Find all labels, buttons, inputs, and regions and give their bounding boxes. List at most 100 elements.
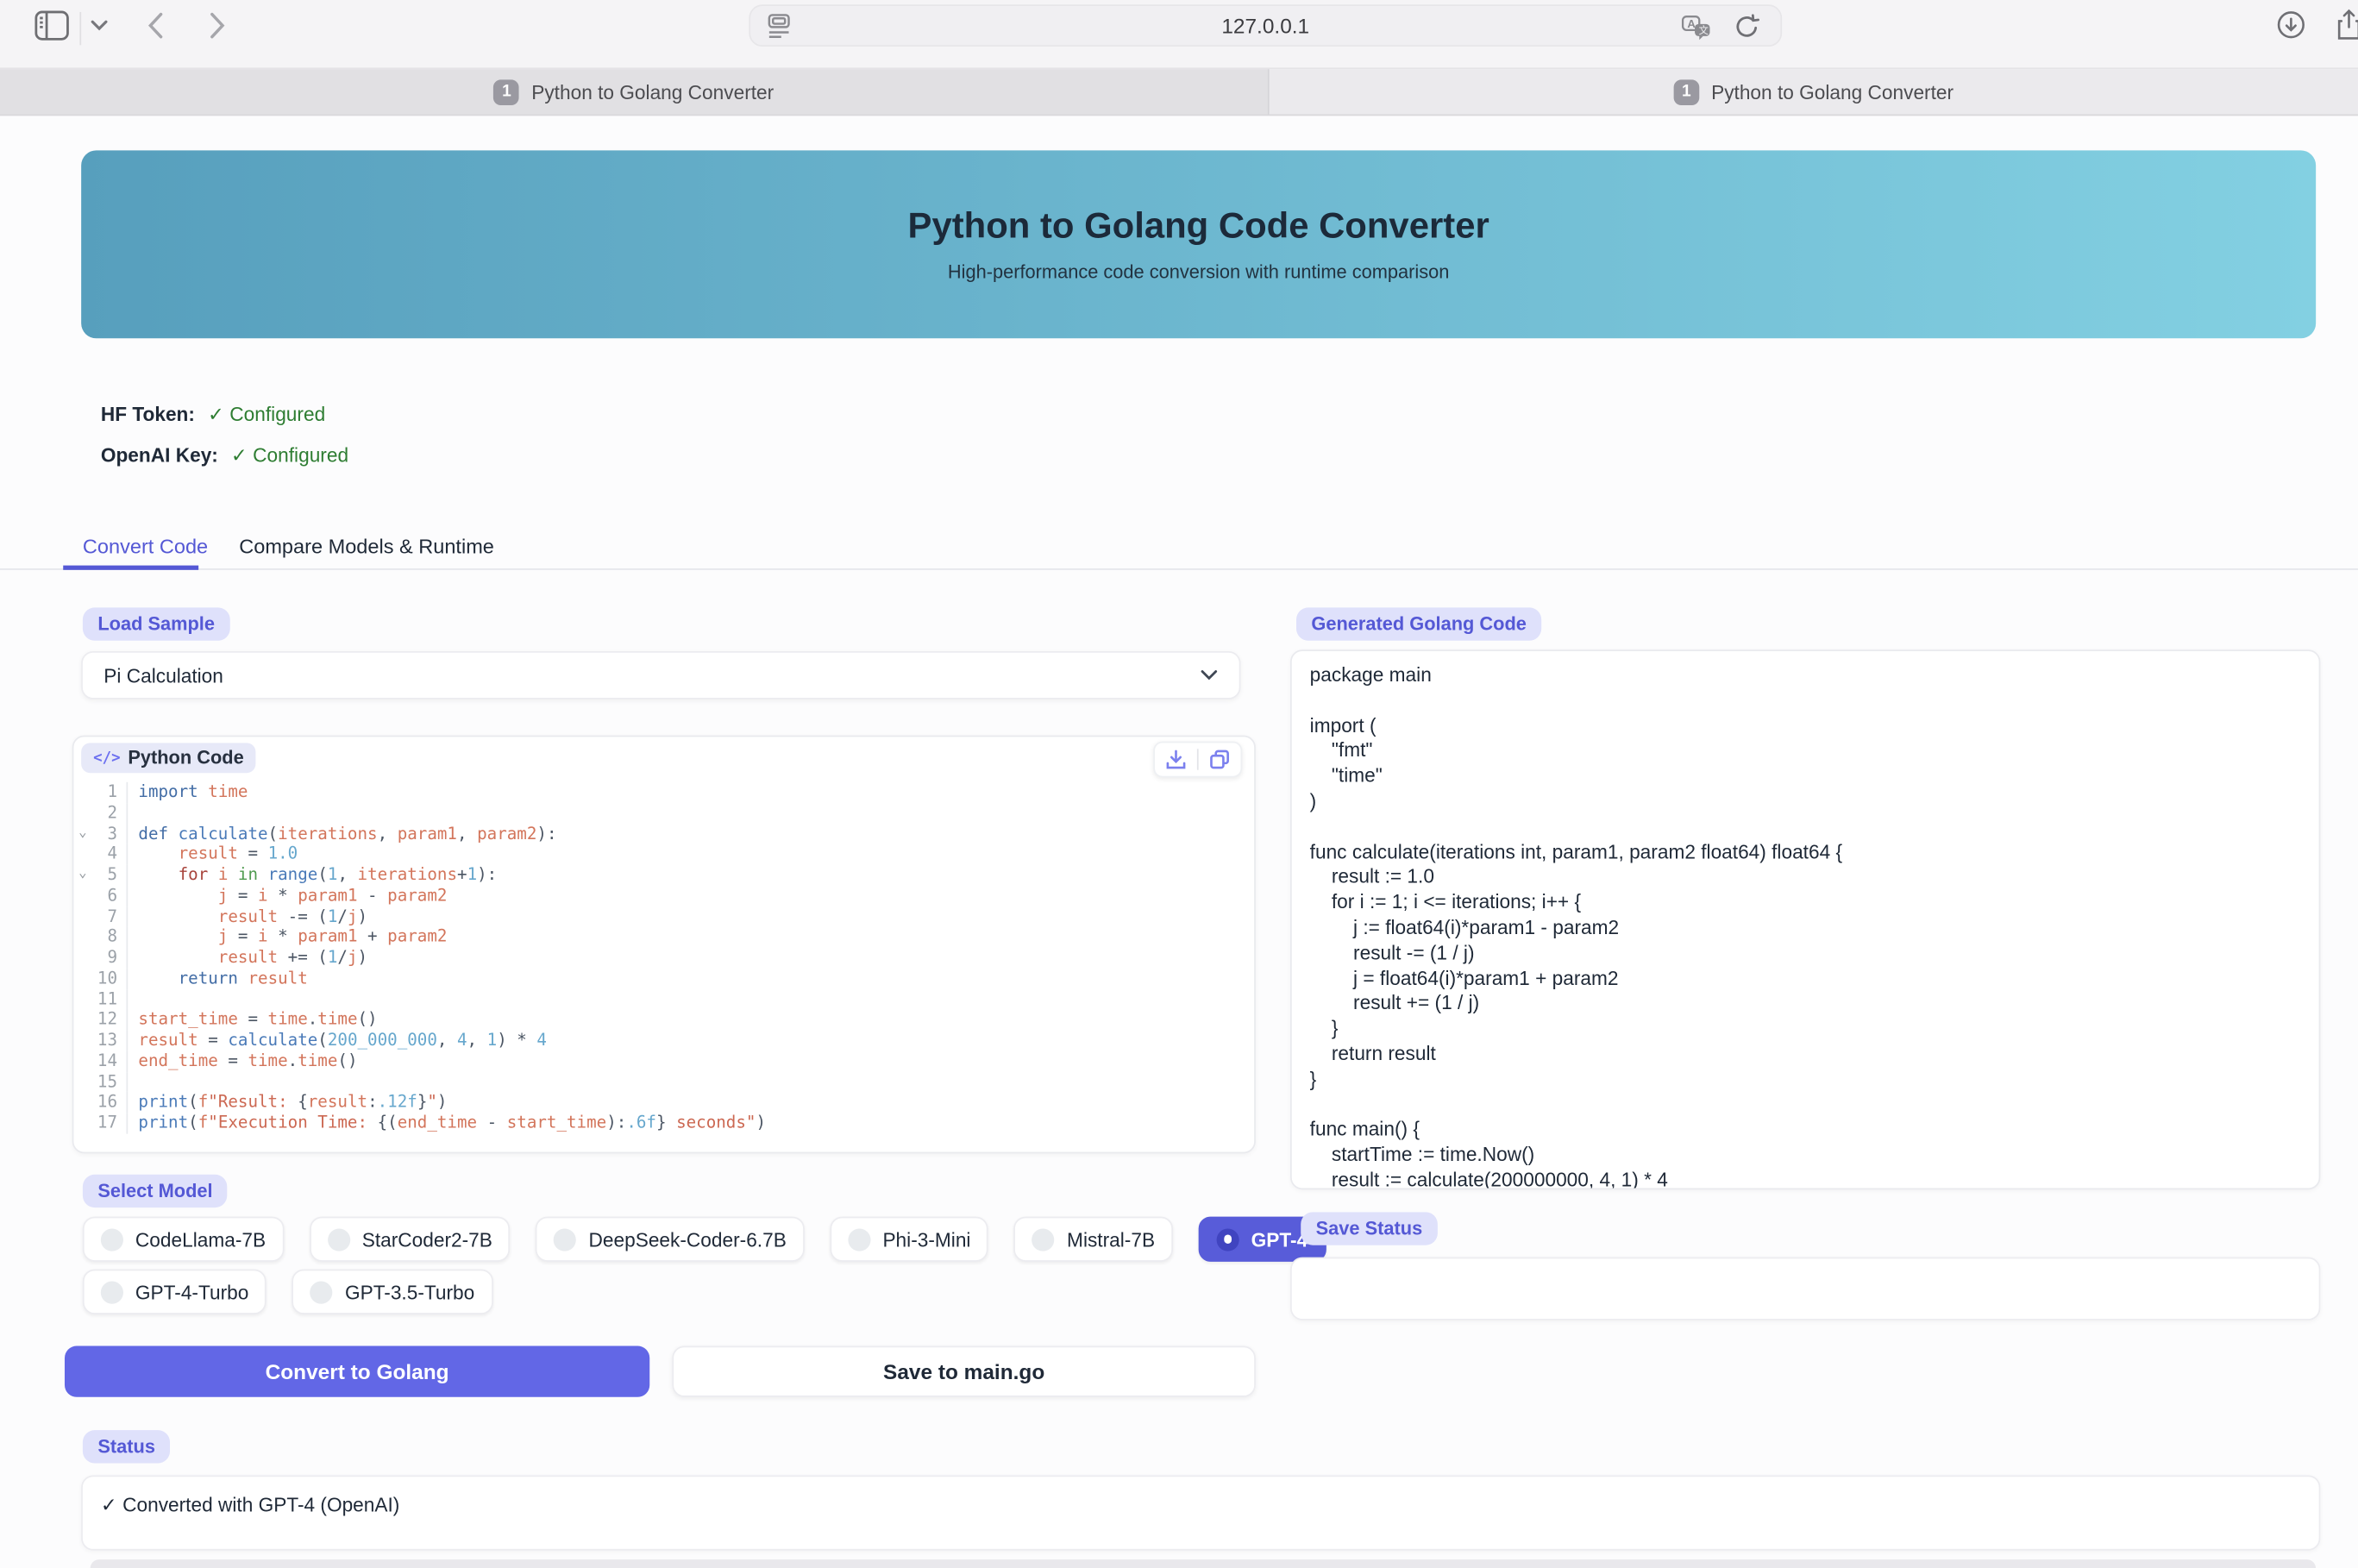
status-chip: Status — [83, 1430, 170, 1463]
svg-text:A: A — [1687, 17, 1696, 30]
line-number: 1 — [91, 782, 126, 803]
fold-arrow-icon — [73, 782, 91, 803]
openai-key-label: OpenAI Key: — [101, 443, 218, 466]
line-number: 2 — [91, 803, 126, 824]
model-option-starcoder2-7b[interactable]: StarCoder2-7B — [310, 1217, 511, 1262]
sample-dropdown[interactable]: Pi Calculation — [81, 651, 1240, 699]
python-code-lines[interactable]: 1import time2⌄3def calculate(iterations,… — [73, 782, 1254, 1152]
model-label: GPT-4 — [1251, 1228, 1308, 1251]
fold-arrow-icon — [73, 926, 91, 947]
openai-key-value: ✓ Configured — [231, 443, 348, 466]
golang-code-panel: package main import ( "fmt" "time" ) fun… — [1290, 649, 2320, 1189]
model-label: DeepSeek-Coder-6.7B — [589, 1228, 787, 1251]
python-code-header: </> Python Code — [73, 737, 1254, 781]
python-code-chip: </> Python Code — [81, 743, 256, 773]
radio-icon — [101, 1228, 123, 1251]
save-button[interactable]: Save to main.go — [672, 1346, 1256, 1397]
code-icon: </> — [93, 750, 120, 766]
tab-title: Python to Golang Converter — [1711, 80, 1954, 103]
line-number: 11 — [91, 988, 126, 1009]
code-line: 7 result -= (1/j) — [73, 906, 1254, 927]
line-number: 16 — [91, 1092, 126, 1113]
hf-token-line: HF Token: ✓ Configured — [101, 403, 325, 427]
code-line: 9 result += (1/j) — [73, 947, 1254, 968]
tab-compare-models[interactable]: Compare Models & Runtime — [239, 525, 494, 569]
sidebar-toggle-icon[interactable] — [34, 10, 69, 41]
tab-title: Python to Golang Converter — [531, 80, 774, 103]
fold-arrow-icon[interactable]: ⌄ — [73, 865, 91, 886]
code-line: 11 — [73, 988, 1254, 1009]
model-option-deepseek-coder-6.7b[interactable]: DeepSeek-Coder-6.7B — [536, 1217, 804, 1262]
chevron-down-icon[interactable] — [91, 20, 109, 32]
share-icon[interactable] — [2336, 9, 2358, 41]
fold-arrow-icon — [73, 1113, 91, 1133]
fold-arrow-icon — [73, 968, 91, 988]
code-line: 12start_time = time.time() — [73, 1009, 1254, 1030]
tab-badge: 1 — [1673, 79, 1699, 105]
fold-arrow-icon[interactable]: ⌄ — [73, 824, 91, 844]
golang-code-text: package main import ( "fmt" "time" ) fun… — [1310, 663, 2301, 1189]
back-icon[interactable] — [147, 12, 164, 39]
python-code-panel: </> Python Code 1import time2⌄3def calcu… — [72, 736, 1256, 1154]
code-line: ⌄3def calculate(iterations, param1, para… — [73, 824, 1254, 844]
model-option-gpt-3.5-turbo[interactable]: GPT-3.5-Turbo — [292, 1270, 492, 1314]
browser-tab-1[interactable]: 1 Python to Golang Converter — [0, 69, 1268, 114]
model-label: CodeLlama-7B — [135, 1228, 266, 1251]
code-line: 14end_time = time.time() — [73, 1051, 1254, 1071]
page-content: Python to Golang Code Converter High-per… — [0, 117, 2358, 1568]
line-number: 13 — [91, 1030, 126, 1051]
code-line: 15 — [73, 1071, 1254, 1092]
golang-code-chip: Generated Golang Code — [1296, 607, 1541, 640]
radio-icon — [1032, 1228, 1055, 1251]
model-option-mistral-7b[interactable]: Mistral-7B — [1014, 1217, 1173, 1262]
active-tab-underline — [63, 566, 198, 569]
browser-toolbar: 127.0.0.1 A 文 — [0, 0, 2358, 69]
code-line: 4 result = 1.0 — [73, 844, 1254, 865]
fold-arrow-icon — [73, 906, 91, 927]
translate-icon[interactable]: A 文 — [1681, 15, 1711, 41]
url-text[interactable]: 127.0.0.1 — [750, 14, 1780, 38]
fold-arrow-icon — [73, 1051, 91, 1071]
tab-convert-code[interactable]: Convert Code — [83, 525, 208, 569]
fold-arrow-icon — [73, 1092, 91, 1113]
model-label: GPT-3.5-Turbo — [345, 1281, 474, 1303]
browser-tab-2[interactable]: 1 Python to Golang Converter — [1268, 69, 2358, 114]
toolbar-divider — [79, 12, 81, 45]
hf-token-label: HF Token: — [101, 403, 195, 425]
model-option-codellama-7b[interactable]: CodeLlama-7B — [83, 1217, 284, 1262]
download-code-icon[interactable] — [1165, 749, 1186, 769]
model-label: StarCoder2-7B — [362, 1228, 492, 1251]
code-line: 13result = calculate(200_000_000, 4, 1) … — [73, 1030, 1254, 1051]
url-bar[interactable]: 127.0.0.1 A 文 — [749, 4, 1782, 47]
code-line: 1import time — [73, 782, 1254, 803]
python-code-label: Python Code — [128, 748, 243, 768]
forward-icon[interactable] — [209, 12, 225, 39]
line-number: 15 — [91, 1071, 126, 1092]
load-sample-chip: Load Sample — [83, 607, 230, 640]
model-row-2: GPT-4-Turbo GPT-3.5-Turbo — [83, 1270, 492, 1314]
convert-button[interactable]: Convert to Golang — [65, 1346, 649, 1397]
line-number: 3 — [91, 824, 126, 844]
downloads-icon[interactable] — [2277, 10, 2305, 39]
code-line: 10 return result — [73, 968, 1254, 988]
hf-token-value: ✓ Configured — [208, 403, 325, 425]
model-label: GPT-4-Turbo — [135, 1281, 248, 1303]
line-number: 7 — [91, 906, 126, 927]
fold-arrow-icon — [73, 947, 91, 968]
code-line: 8 j = i * param1 + param2 — [73, 926, 1254, 947]
fold-arrow-icon — [73, 1071, 91, 1092]
line-number: 5 — [91, 865, 126, 886]
dropdown-caret-icon — [1200, 669, 1218, 681]
fold-arrow-icon — [73, 803, 91, 824]
tab-badge: 1 — [494, 79, 520, 105]
radio-selected-icon — [1217, 1228, 1239, 1251]
model-option-phi-3-mini[interactable]: Phi-3-Mini — [830, 1217, 988, 1262]
line-number: 10 — [91, 968, 126, 988]
model-label: Mistral-7B — [1067, 1228, 1155, 1251]
reload-icon[interactable] — [1734, 14, 1759, 41]
model-option-gpt-4-turbo[interactable]: GPT-4-Turbo — [83, 1270, 267, 1314]
status-box: ✓ Converted with GPT-4 (OpenAI) — [81, 1475, 2320, 1550]
copy-code-icon[interactable] — [1209, 749, 1230, 769]
radio-icon — [848, 1228, 870, 1251]
fold-arrow-icon — [73, 844, 91, 865]
